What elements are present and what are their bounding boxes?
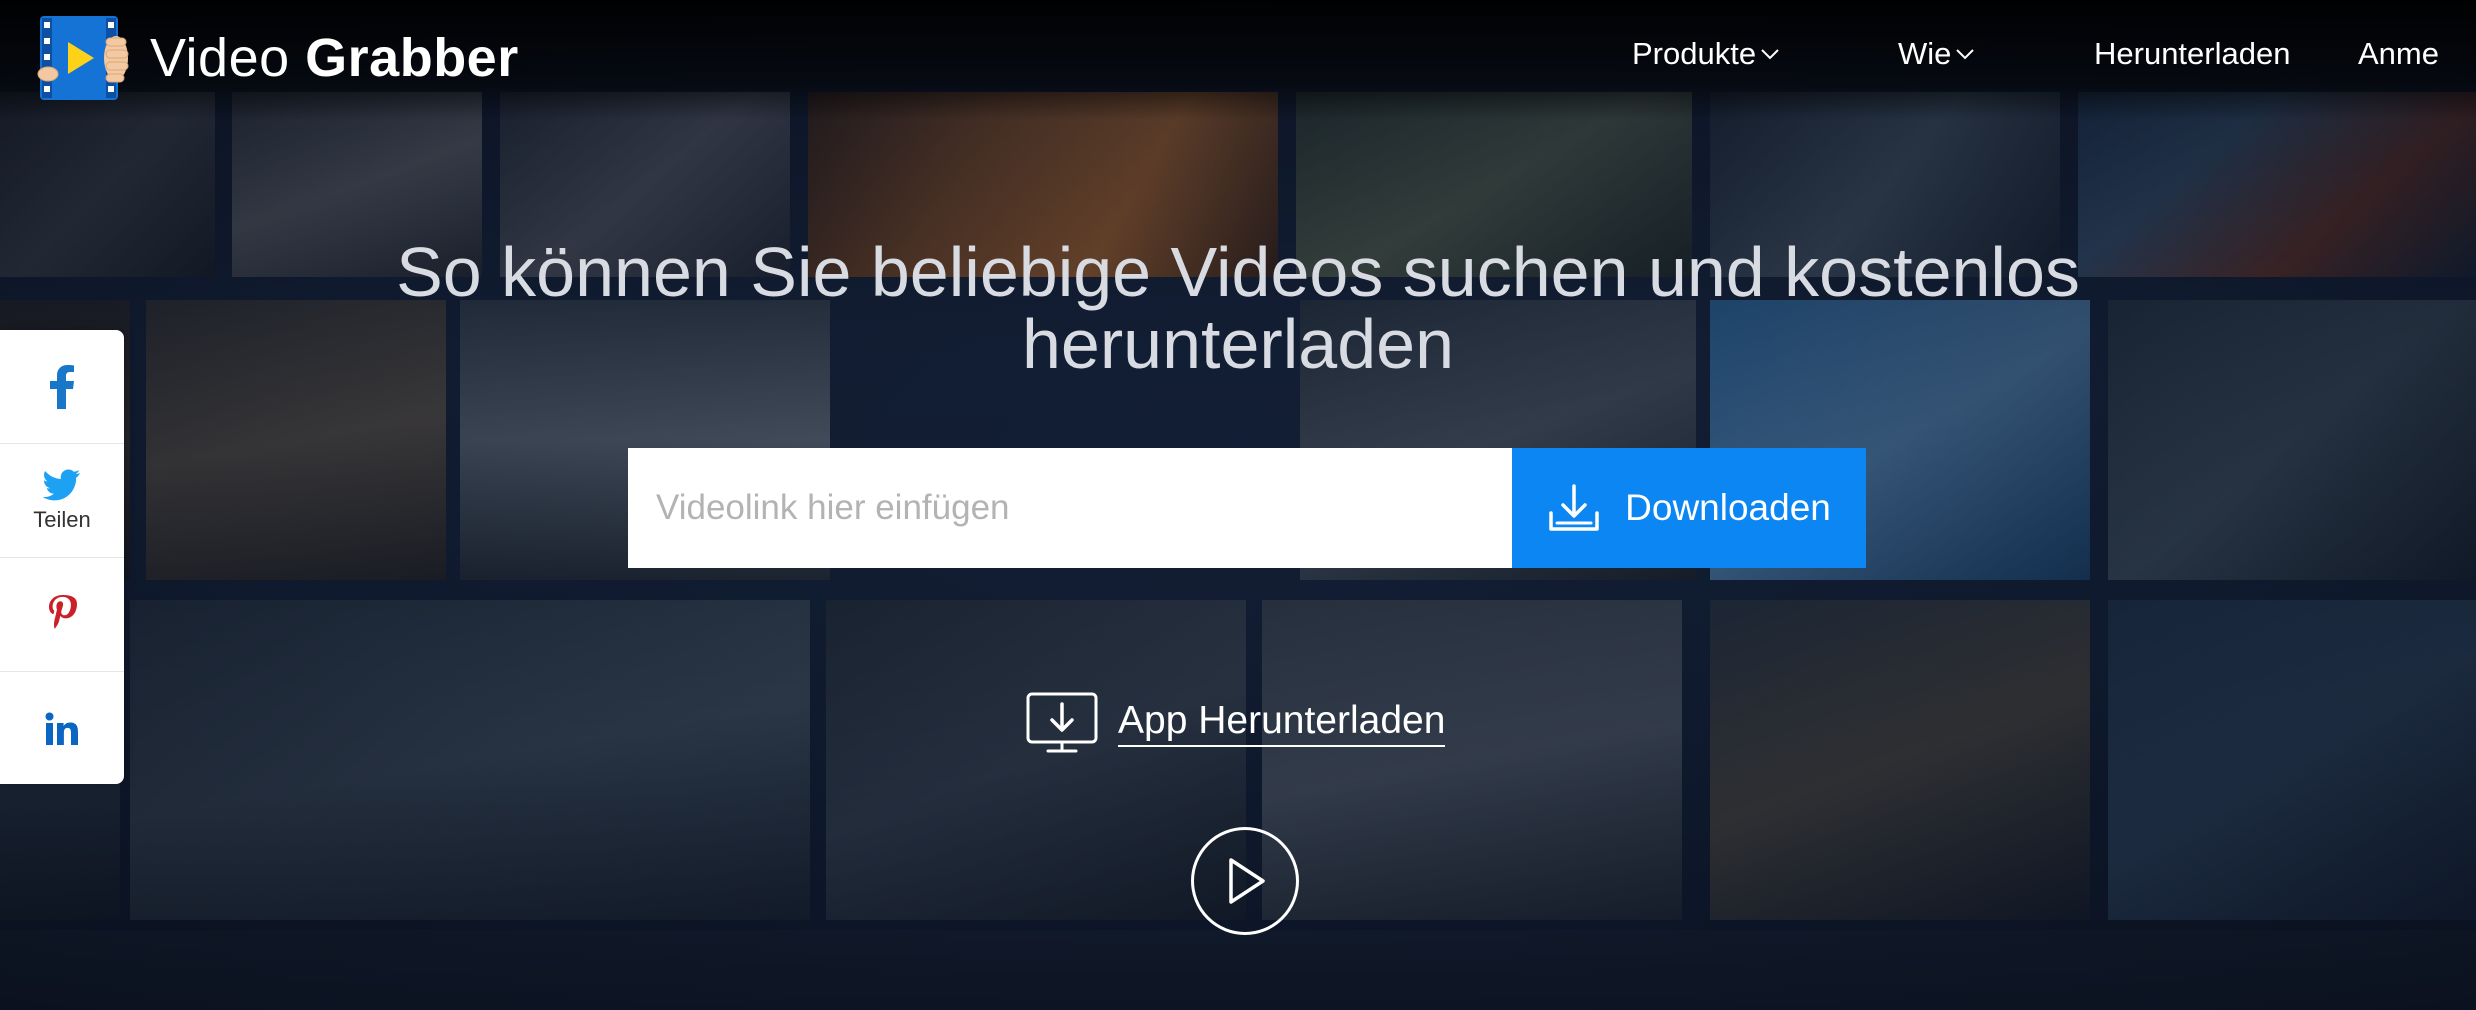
share-linkedin[interactable] — [0, 672, 124, 785]
desktop-download-icon — [1026, 692, 1098, 753]
share-facebook[interactable] — [0, 330, 124, 444]
top-navigation-bar: Video Grabber Produkte Wie Herunterladen… — [0, 0, 2476, 120]
app-download-label: App Herunterladen — [1118, 699, 1446, 747]
main-nav: Produkte Wie Herunterladen Anme — [0, 36, 2476, 80]
chevron-down-icon — [1761, 49, 1779, 60]
social-share-bar: Teilen — [0, 330, 124, 784]
video-link-form: Downloaden — [628, 448, 1866, 568]
nav-item-label: Herunterladen — [2094, 36, 2291, 71]
pinterest-icon — [49, 594, 77, 629]
page-title-line-2: herunterladen — [1022, 305, 1454, 383]
nav-item-wie[interactable]: Wie — [1898, 36, 1975, 72]
chevron-down-icon — [1956, 49, 1975, 60]
page-title-line-1: So können Sie beliebige Videos suchen un… — [396, 233, 2080, 311]
video-play-button[interactable] — [1191, 827, 1299, 935]
page-title: So können Sie beliebige Videos suchen un… — [0, 236, 2476, 380]
play-icon — [1229, 858, 1265, 904]
nav-item-label: Anme — [2358, 36, 2439, 71]
video-link-input[interactable] — [628, 448, 1512, 568]
download-button[interactable]: Downloaden — [1512, 448, 1866, 568]
nav-item-anmelden[interactable]: Anme — [2358, 36, 2439, 72]
app-download-link[interactable]: App Herunterladen — [1026, 692, 1446, 754]
share-label: Teilen — [33, 506, 91, 532]
nav-item-produkte[interactable]: Produkte — [1632, 36, 1780, 72]
facebook-icon — [50, 364, 74, 409]
share-twitter[interactable]: Teilen — [0, 444, 124, 558]
download-button-label: Downloaden — [1625, 487, 1831, 528]
nav-item-herunterladen[interactable]: Herunterladen — [2094, 36, 2290, 72]
share-pinterest[interactable] — [0, 558, 124, 672]
linkedin-icon — [45, 712, 78, 745]
download-icon — [1549, 484, 1599, 531]
twitter-icon — [43, 469, 80, 500]
nav-item-label: Wie — [1898, 36, 1952, 71]
nav-item-label: Produkte — [1632, 36, 1757, 71]
